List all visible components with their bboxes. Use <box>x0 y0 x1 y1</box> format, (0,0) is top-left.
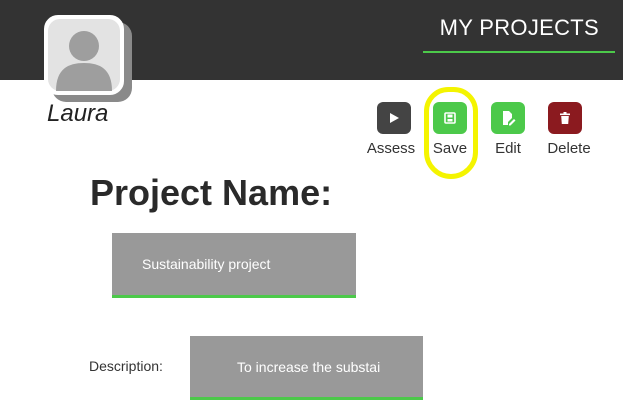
description-label: Description: <box>89 358 163 374</box>
trash-icon <box>548 102 582 134</box>
title-underline <box>423 51 615 53</box>
save-icon <box>433 102 467 134</box>
user-icon <box>48 19 120 91</box>
avatar[interactable] <box>44 15 124 95</box>
page-title: MY PROJECTS <box>439 15 599 40</box>
edit-label: Edit <box>495 140 521 157</box>
project-name-field[interactable]: Sustainability project <box>112 233 356 298</box>
delete-label: Delete <box>547 140 591 157</box>
assess-label: Assess <box>366 140 416 157</box>
project-name-heading: Project Name: <box>90 172 333 213</box>
delete-button[interactable]: Delete <box>547 102 608 162</box>
edit-icon <box>491 102 525 134</box>
user-name: Laura <box>47 100 109 127</box>
play-icon <box>377 102 411 134</box>
description-field[interactable]: To increase the substai <box>190 336 423 400</box>
action-toolbar: Assess Save Edit Delete <box>367 102 610 162</box>
save-label: Save <box>432 140 468 157</box>
